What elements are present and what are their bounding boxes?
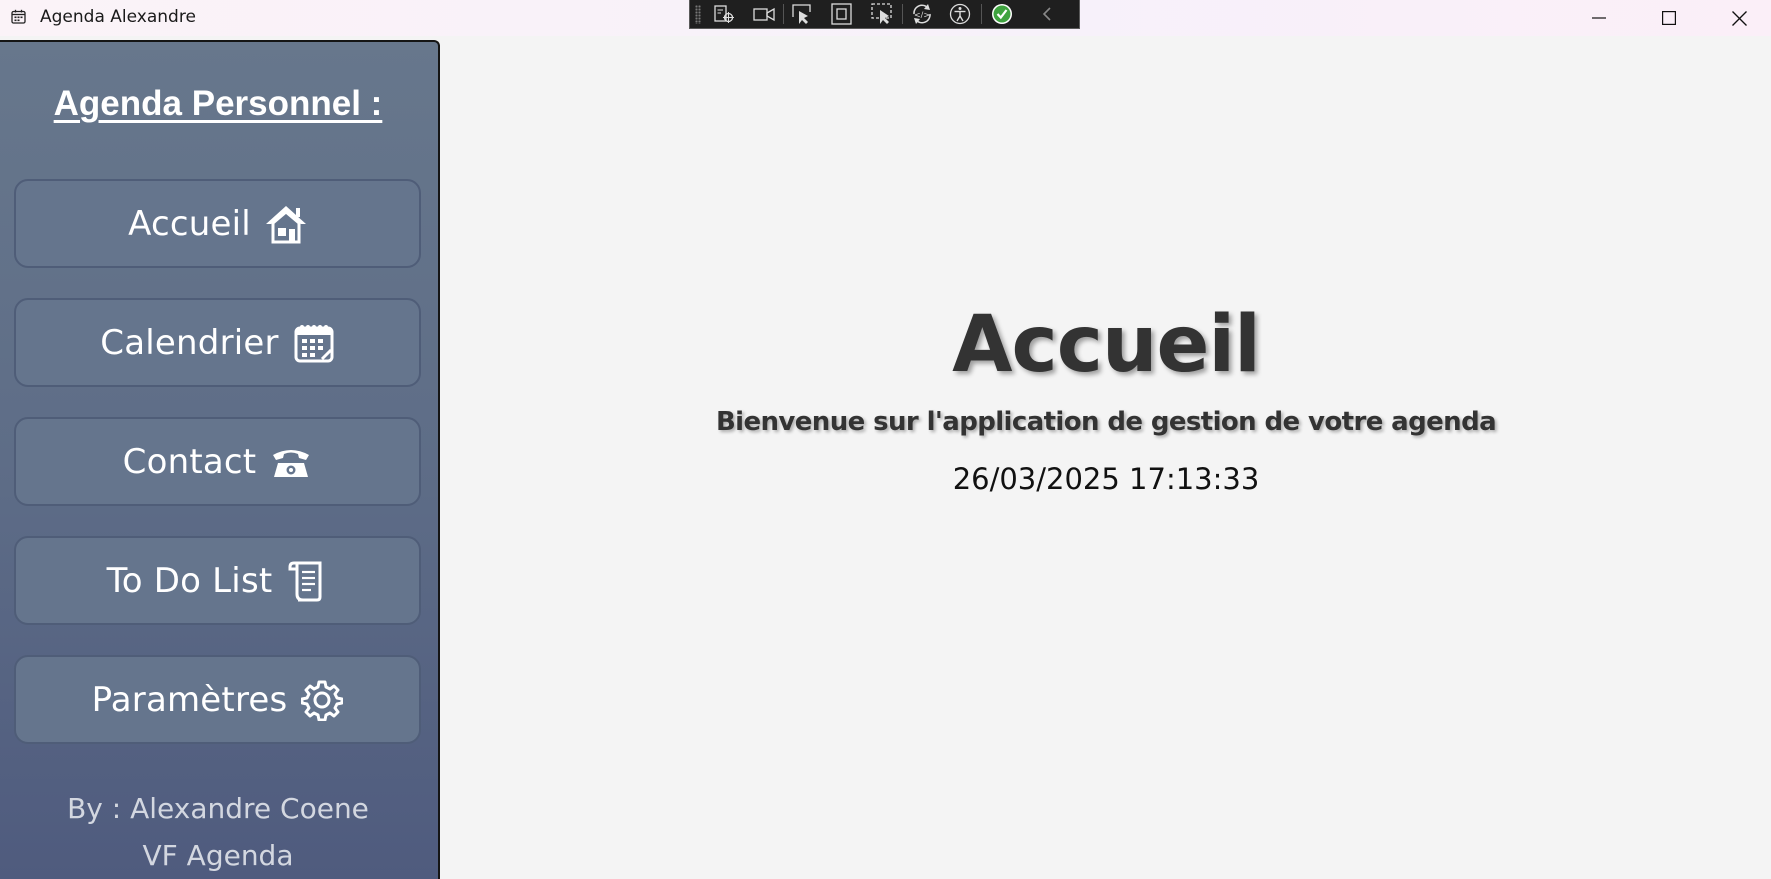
binding-failures-ok-icon[interactable] bbox=[990, 3, 1014, 25]
display-layout-adorners-icon[interactable] bbox=[830, 3, 854, 25]
current-datetime: 26/03/2025 17:13:33 bbox=[952, 462, 1260, 496]
accessibility-icon[interactable] bbox=[948, 3, 972, 25]
credit-version: VF Agenda bbox=[142, 839, 294, 872]
window-title: Agenda Alexandre bbox=[40, 7, 196, 27]
sidebar-item-calendrier[interactable]: Calendrier bbox=[14, 298, 421, 387]
credit-author: By : Alexandre Coene bbox=[67, 792, 369, 825]
select-element-icon[interactable] bbox=[790, 3, 814, 25]
toolbar-separator bbox=[902, 4, 903, 24]
scroll-icon bbox=[286, 560, 328, 602]
debug-toolbar: </> bbox=[689, 0, 1080, 29]
gear-icon bbox=[301, 679, 344, 721]
sidebar: Agenda Personnel : Accueil Calendrier Co… bbox=[0, 40, 440, 879]
sidebar-item-to-do-list[interactable]: To Do List bbox=[14, 536, 421, 625]
sidebar-item-parametres[interactable]: Paramètres bbox=[14, 655, 421, 744]
sidebar-item-label: Contact bbox=[122, 441, 257, 482]
track-focus-icon[interactable] bbox=[870, 3, 894, 25]
calendar-icon bbox=[293, 322, 335, 364]
sidebar-item-contact[interactable]: Contact bbox=[14, 417, 421, 506]
close-button[interactable] bbox=[1704, 0, 1771, 36]
drag-grip-icon[interactable] bbox=[695, 5, 701, 24]
close-icon bbox=[1731, 10, 1747, 26]
home-icon bbox=[265, 203, 307, 245]
sidebar-title: Agenda Personnel : bbox=[53, 84, 383, 123]
maximize-button[interactable] bbox=[1634, 0, 1704, 36]
sidebar-item-label: Paramètres bbox=[91, 679, 288, 720]
sidebar-item-accueil[interactable]: Accueil bbox=[14, 179, 421, 268]
telephone-icon bbox=[270, 441, 312, 483]
minimize-icon bbox=[1592, 17, 1606, 19]
sidebar-item-label: To Do List bbox=[106, 560, 273, 601]
live-visual-tree-icon[interactable] bbox=[712, 3, 736, 25]
sidebar-item-label: Accueil bbox=[128, 203, 251, 244]
minimize-button[interactable] bbox=[1564, 0, 1634, 36]
svg-text:</>: </> bbox=[914, 11, 930, 20]
maximize-icon bbox=[1662, 11, 1676, 25]
toolbar-separator bbox=[783, 4, 784, 24]
sidebar-item-label: Calendrier bbox=[100, 322, 279, 363]
calendar-icon bbox=[11, 9, 26, 24]
hot-reload-icon[interactable]: </> bbox=[910, 3, 934, 25]
record-icon[interactable] bbox=[752, 3, 776, 25]
welcome-subtitle: Bienvenue sur l'application de gestion d… bbox=[715, 407, 1497, 437]
toolbar-separator bbox=[981, 4, 982, 24]
collapse-icon[interactable] bbox=[1036, 3, 1060, 25]
page-title: Accueil bbox=[952, 300, 1261, 390]
